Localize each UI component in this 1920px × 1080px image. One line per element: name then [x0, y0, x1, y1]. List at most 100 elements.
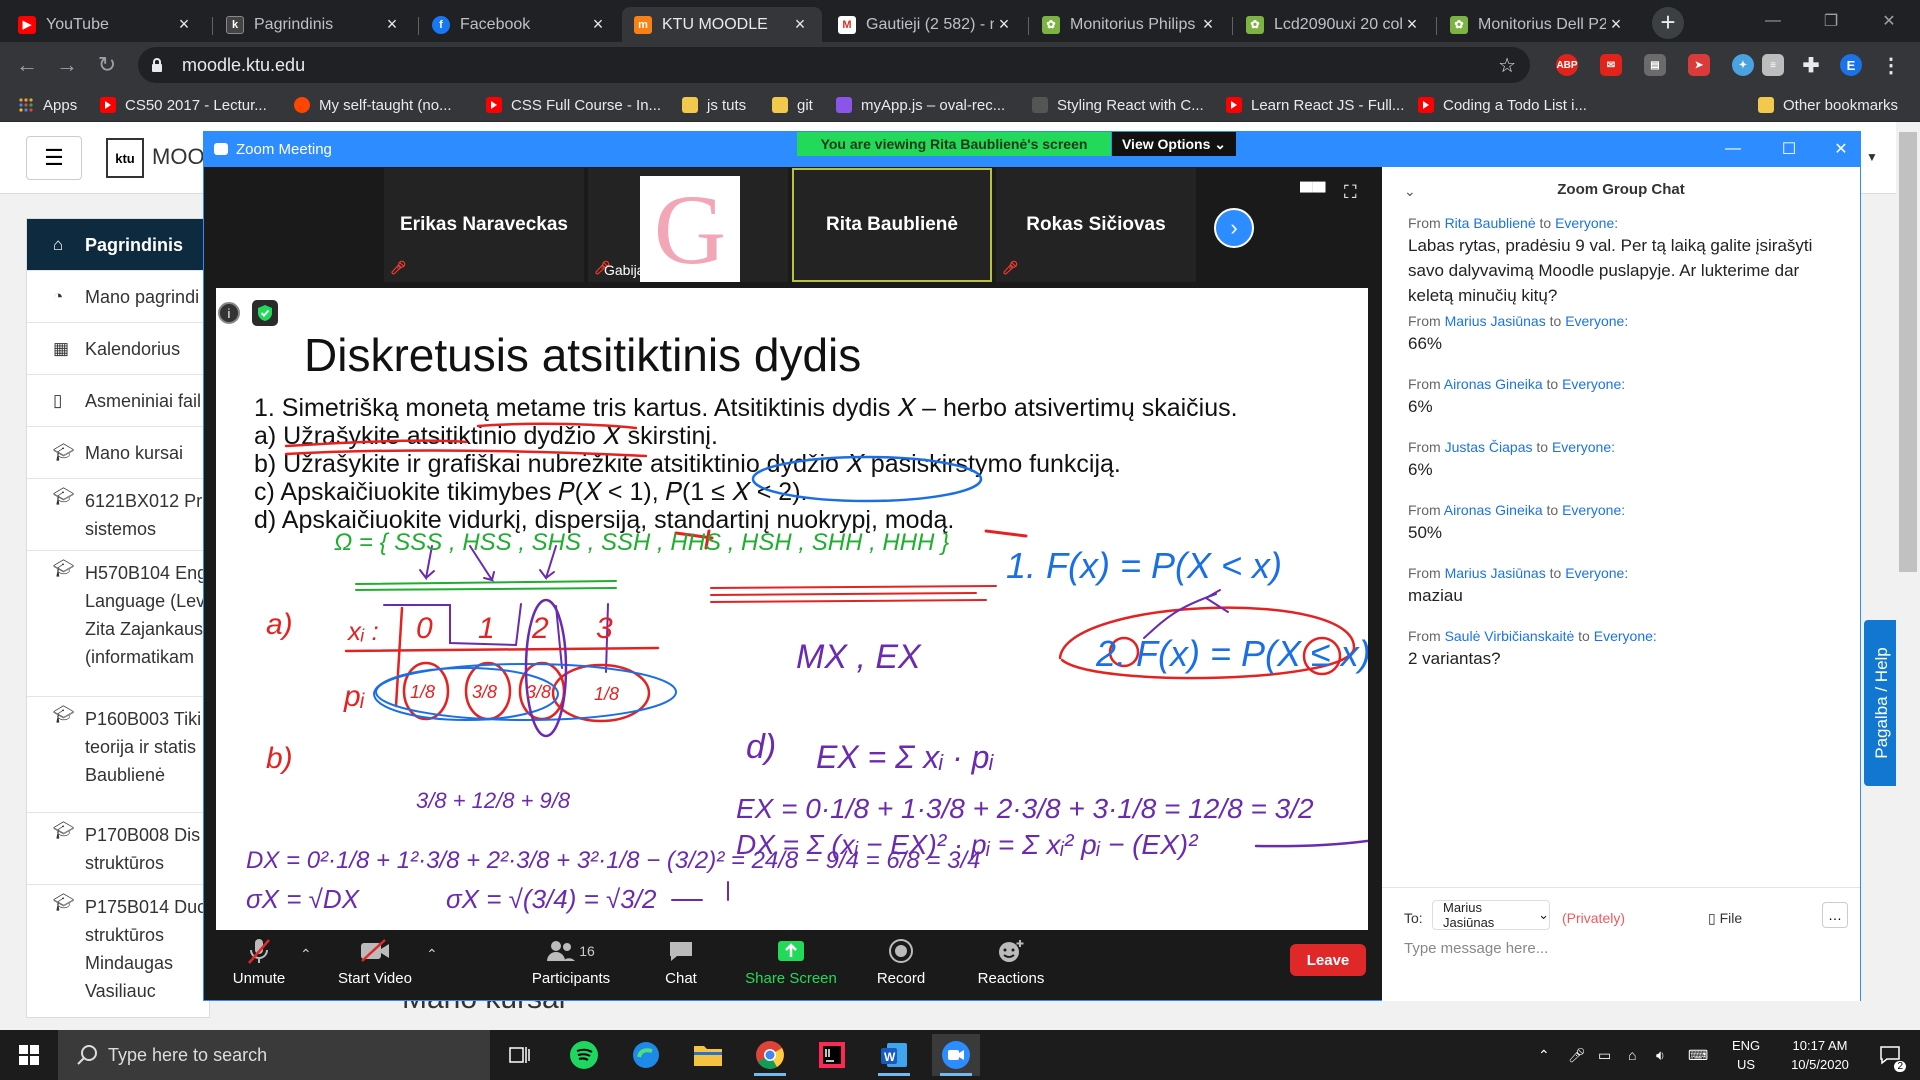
mic-tray-icon[interactable]: 🎤︎ [1568, 1030, 1586, 1080]
tab-monitorius-philips[interactable]: ✿ Monitorius Philips × [1030, 7, 1230, 42]
network-icon[interactable]: ⌂ [1628, 1030, 1636, 1080]
tab-monitorius-dell[interactable]: ✿ Monitorius Dell P2 × [1438, 7, 1638, 42]
course-item[interactable]: 🎓︎ H570B104 Eng Language (Lev Zita Zajanka… [27, 551, 211, 697]
chrome-icon[interactable] [746, 1034, 794, 1076]
bookmark-other[interactable]: Other bookmarks [1758, 94, 1898, 116]
view-options-button[interactable]: View Options ⌄ [1112, 132, 1236, 156]
start-video-button[interactable]: Start Video [320, 932, 430, 1000]
tab-youtube[interactable]: ▶ YouTube × [6, 7, 206, 42]
bookmark-cs50[interactable]: CS50 2017 - Lectur... [100, 94, 267, 116]
puzzle-icon[interactable]: ✚ [1800, 54, 1822, 77]
participant-tile[interactable]: Rokas Sičiovas 🎤︎ [996, 168, 1196, 282]
arrow-ext-icon[interactable]: ➤ [1688, 54, 1710, 76]
close-tab-icon[interactable]: × [1606, 14, 1626, 35]
bookmark-apps[interactable]: Apps [18, 94, 77, 116]
file-button[interactable]: ▯ File [1708, 910, 1742, 927]
back-icon[interactable]: ← [12, 50, 42, 80]
help-tab[interactable]: Pagalba / Help [1864, 620, 1900, 786]
close-tab-icon[interactable]: × [1402, 14, 1422, 35]
bookmark-self-taught[interactable]: My self-taught (no... [294, 94, 452, 116]
share-screen-button[interactable]: Share Screen [736, 932, 846, 1000]
mail-ext-icon[interactable]: ✉ [1600, 54, 1622, 76]
bookmark-styling-react[interactable]: Styling React with C... [1032, 94, 1204, 116]
reload-icon[interactable]: ↻ [92, 50, 122, 80]
recipient-select[interactable]: Marius Jasiūnas ⌄ [1432, 900, 1550, 930]
participant-tile[interactable]: Erikas Naraveckas 🎤︎ [384, 168, 584, 282]
intellij-icon[interactable] [808, 1034, 856, 1076]
file-explorer-icon[interactable] [684, 1034, 732, 1076]
nav-mano-pagrindinis[interactable]: ◔ Mano pagrindi [27, 271, 211, 323]
close-window-icon[interactable]: ✕ [1860, 0, 1918, 42]
abp-icon[interactable]: ABP [1556, 54, 1578, 76]
course-item[interactable]: 🎓︎ P170B008 Dis struktūros [27, 813, 211, 885]
user-menu-caret-icon[interactable]: ▼ [1866, 150, 1878, 164]
zoom-icon[interactable] [932, 1034, 980, 1076]
chat-button[interactable]: Chat [626, 932, 736, 1000]
word-icon[interactable]: W [870, 1034, 918, 1076]
notifications-icon[interactable]: 2 [1872, 1030, 1908, 1080]
restore-icon[interactable]: ❐ [1802, 0, 1860, 42]
bookmark-learn-react[interactable]: Learn React JS - Full... [1226, 94, 1404, 116]
nav-pagrindinis[interactable]: ⌂ Pagrindinis [27, 219, 211, 271]
volume-icon[interactable]: 🔉︎ [1656, 1030, 1665, 1080]
close-tab-icon[interactable]: × [588, 14, 608, 35]
db-ext-icon[interactable]: ≡ [1762, 54, 1784, 76]
unmute-button[interactable]: Unmute [204, 932, 314, 1000]
audio-options-caret-icon[interactable]: ⌃ [300, 946, 312, 963]
course-item[interactable]: 🎓︎ P160B003 Tiki teorija ir statis Baublie… [27, 697, 211, 813]
tabs-ext-icon[interactable]: ▤ [1644, 54, 1666, 76]
bookmark-git[interactable]: git [772, 94, 813, 116]
bookmark-myapp[interactable]: myApp.js – oval-rec... [836, 94, 1005, 116]
page-scrollbar[interactable] [1896, 122, 1920, 1030]
task-view-icon[interactable] [496, 1034, 544, 1076]
record-button[interactable]: Record [846, 932, 956, 1000]
taskbar-search[interactable]: Type here to search [58, 1030, 490, 1080]
new-tab-button[interactable]: + [1652, 7, 1684, 39]
tab-facebook[interactable]: f Facebook × [420, 7, 620, 42]
close-tab-icon[interactable]: × [790, 14, 810, 35]
gallery-view-icon[interactable]: ▀▀ [1300, 182, 1326, 203]
reactions-button[interactable]: Reactions [956, 932, 1066, 1000]
tab-pagrindinis[interactable]: k Pagrindinis × [214, 7, 414, 42]
participant-tile-active-speaker[interactable]: Rita Baublienė [792, 168, 992, 282]
tray-overflow-icon[interactable]: ⌃ [1538, 1030, 1550, 1080]
bookmark-js-tuts[interactable]: js tuts [682, 94, 746, 116]
tab-ktu-moodle[interactable]: m KTU MOODLE × [622, 7, 822, 42]
windows-start-icon[interactable] [0, 1030, 58, 1080]
video-options-caret-icon[interactable]: ⌃ [426, 946, 438, 963]
next-participants-button[interactable]: › [1214, 208, 1254, 248]
battery-icon[interactable]: ▭ [1598, 1030, 1611, 1080]
tab-lcd2090uxi[interactable]: ✿ Lcd2090uxi 20 coll × [1234, 7, 1434, 42]
ktu-logo[interactable]: ktu [106, 138, 144, 178]
address-bar[interactable]: moodle.ktu.edu ☆ [138, 47, 1530, 83]
nav-asmeniniai-failai[interactable]: ▯ Asmeniniai fail [27, 375, 211, 427]
nav-kalendorius[interactable]: ▦ Kalendorius [27, 323, 211, 375]
minimize-icon[interactable]: — [1744, 0, 1802, 42]
nav-mano-kursai[interactable]: 🎓︎ Mano kursai [27, 427, 211, 479]
message-input[interactable]: Type message here... [1404, 940, 1548, 957]
bookmark-todo-list[interactable]: Coding a Todo List i... [1418, 94, 1587, 116]
close-tab-icon[interactable]: × [994, 14, 1014, 35]
close-tab-icon[interactable]: × [382, 14, 402, 35]
spotify-icon[interactable] [560, 1034, 608, 1076]
clock[interactable]: 10:17 AM 10/5/2020 [1780, 1030, 1860, 1080]
ext-blue-icon[interactable]: ✦ [1732, 54, 1754, 76]
zoom-maximize-icon[interactable]: ☐ [1774, 136, 1804, 162]
edge-icon[interactable] [622, 1034, 670, 1076]
chrome-menu-icon[interactable]: ⋮ [1880, 54, 1902, 77]
close-tab-icon[interactable]: × [1198, 14, 1218, 35]
course-item[interactable]: 🎓︎ 6121BX012 Pr sistemos [27, 479, 211, 551]
site-name[interactable]: MOO [152, 144, 205, 170]
bookmark-star-icon[interactable]: ☆ [1498, 53, 1516, 78]
forward-icon[interactable]: → [52, 50, 82, 80]
language-indicator[interactable]: ENG US [1732, 1030, 1760, 1080]
more-options-icon[interactable]: … [1822, 902, 1848, 928]
close-tab-icon[interactable]: × [174, 14, 194, 35]
course-item[interactable]: 🎓︎ P175B014 Duc struktūros Mindaugas Vasil… [27, 885, 211, 1019]
fullscreen-icon[interactable]: ⛶ [1344, 182, 1357, 203]
tab-gmail[interactable]: M Gautieji (2 582) - n × [826, 7, 1026, 42]
scrollbar-thumb[interactable] [1899, 132, 1917, 572]
profile-avatar[interactable]: E [1840, 54, 1862, 76]
hamburger-menu-icon[interactable]: ☰ [26, 136, 82, 180]
keyboard-icon[interactable]: ⌨ [1688, 1030, 1708, 1080]
